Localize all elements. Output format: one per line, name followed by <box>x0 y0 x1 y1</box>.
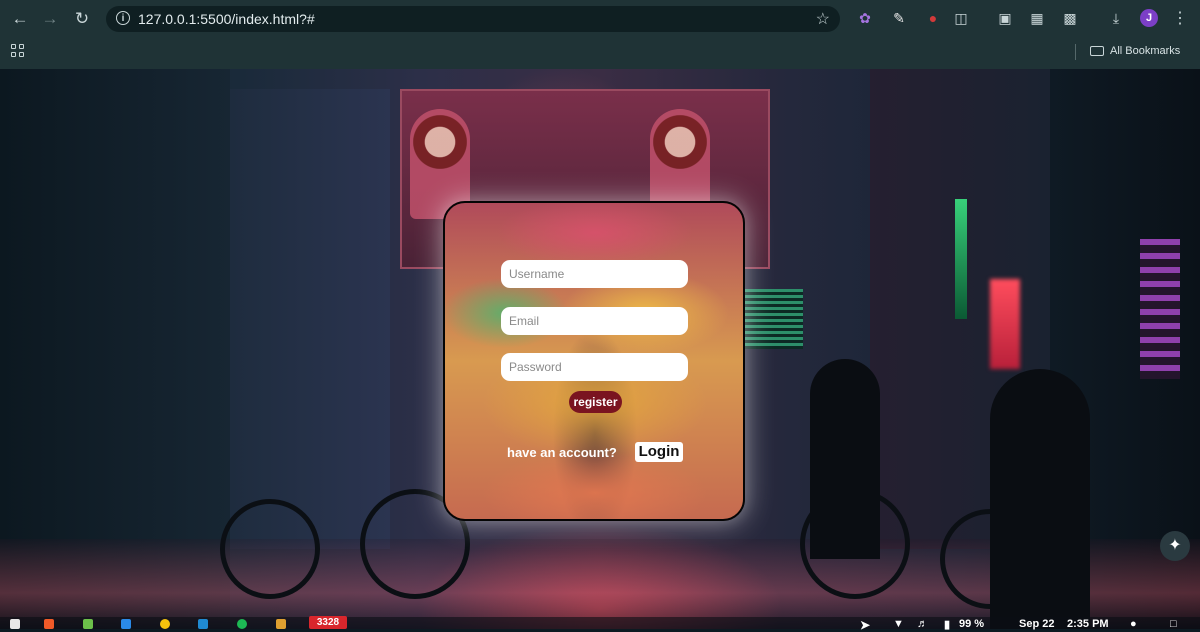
translate-icon[interactable]: ▦ <box>1028 9 1046 27</box>
battery-icon: ▮ <box>944 619 951 631</box>
green-neon-strip <box>955 199 967 319</box>
puzzle-extensions-icon[interactable]: ◫ <box>952 9 970 27</box>
show-desktop-icon[interactable]: □ <box>1170 618 1177 630</box>
back-arrow-icon[interactable]: ← <box>10 9 30 29</box>
volume-icon[interactable]: ♬ <box>917 618 928 630</box>
red-neon-light <box>990 279 1020 369</box>
address-bar[interactable]: i 127.0.0.1:5500/index.html?# ☆ <box>106 6 840 32</box>
password-input[interactable] <box>501 353 688 381</box>
username-input[interactable] <box>501 260 688 288</box>
have-account-text: have an account? <box>507 445 617 460</box>
green-neon-sign <box>745 289 803 349</box>
apps-grid-icon[interactable] <box>11 44 24 57</box>
wifi-icon[interactable]: ▼ <box>893 618 904 630</box>
screenshot-icon[interactable]: ▣ <box>996 9 1014 27</box>
left-building-facade <box>230 89 390 549</box>
telegram-icon[interactable]: ➤ <box>860 618 870 632</box>
tray-dot-icon[interactable]: ● <box>1130 618 1137 630</box>
chrome-icon[interactable] <box>160 619 170 629</box>
folder-icon <box>1090 46 1104 56</box>
forward-arrow-icon[interactable]: → <box>40 9 60 29</box>
download-icon[interactable]: ⤓ <box>1107 9 1125 27</box>
launcher-icon[interactable] <box>10 619 20 629</box>
register-button[interactable]: register <box>569 391 622 413</box>
red-extension-icon[interactable]: ● <box>924 9 942 27</box>
tray-date[interactable]: Sep 22 <box>1019 618 1054 630</box>
eyedropper-extension-icon[interactable]: ✎ <box>890 9 908 27</box>
person-silhouette <box>810 359 880 559</box>
more-vert-icon[interactable]: ⋮ <box>1172 8 1188 28</box>
bookmarks-divider <box>1075 44 1076 60</box>
bookmarks-bar <box>0 37 1200 69</box>
battery-percent: 99 % <box>959 618 985 630</box>
vlc-icon[interactable] <box>276 619 286 629</box>
login-button[interactable]: Login <box>635 442 683 462</box>
files-icon[interactable] <box>83 619 93 629</box>
browser-chrome: ← → ↻ i 127.0.0.1:5500/index.html?# ☆ ✿ … <box>0 0 1200 69</box>
address-bar-url[interactable]: 127.0.0.1:5500/index.html?# <box>138 11 315 27</box>
sparkle-icon[interactable]: ✦ <box>1160 531 1190 561</box>
site-info-icon[interactable]: i <box>116 11 130 25</box>
purple-neon-stripes <box>1140 239 1180 379</box>
email-input[interactable] <box>501 307 688 335</box>
all-bookmarks-link[interactable]: All Bookmarks <box>1110 45 1180 57</box>
brave-icon[interactable] <box>44 619 54 629</box>
reload-icon[interactable]: ↻ <box>72 9 92 29</box>
profile-avatar[interactable]: J <box>1140 9 1158 27</box>
spotify-icon[interactable] <box>237 619 247 629</box>
feather-extension-icon[interactable]: ✿ <box>856 9 874 27</box>
bookmark-star-icon[interactable]: ☆ <box>816 9 830 29</box>
shield-app-icon[interactable] <box>121 619 131 629</box>
tray-time[interactable]: 2:35 PM <box>1067 618 1109 630</box>
vscode-icon[interactable] <box>198 619 208 629</box>
browser-toolbar: ← → ↻ i 127.0.0.1:5500/index.html?# ☆ ✿ … <box>0 0 1200 37</box>
bicycle-wheel <box>220 499 320 599</box>
qr-code-icon[interactable]: ▩ <box>1061 9 1079 27</box>
person-silhouette <box>990 369 1090 629</box>
register-card: register have an account? Login <box>443 201 745 521</box>
notification-badge[interactable]: 3328 <box>309 616 347 629</box>
